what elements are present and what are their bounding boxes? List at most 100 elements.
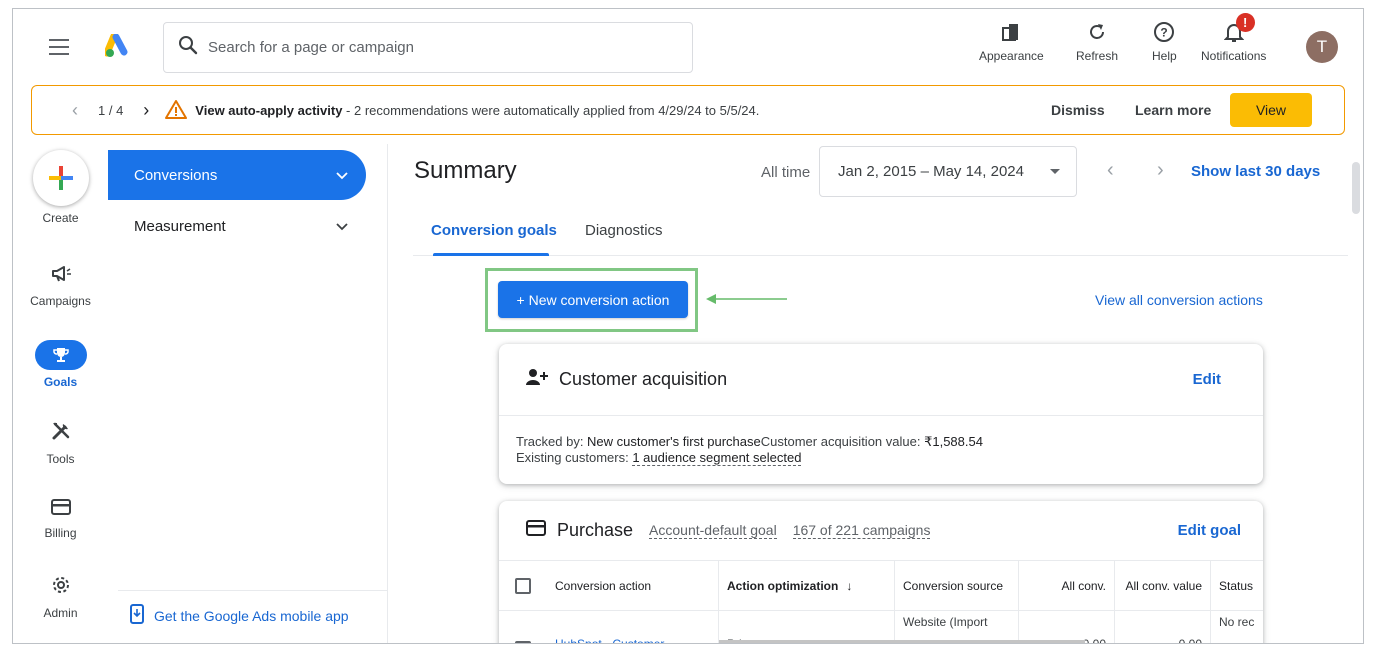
appearance-label: Appearance bbox=[979, 49, 1044, 63]
mobile-app-label: Get the Google Ads mobile app bbox=[154, 607, 349, 624]
refresh-label: Refresh bbox=[1076, 49, 1119, 63]
chevron-right-icon[interactable]: › bbox=[143, 100, 149, 121]
auto-apply-banner: ‹ 1 / 4 › View auto-apply activity - 2 r… bbox=[31, 85, 1345, 135]
page-title: Summary bbox=[414, 157, 517, 184]
customer-acquisition-body: Tracked by: New customer's first purchas… bbox=[499, 416, 1263, 466]
phone-download-icon bbox=[130, 604, 144, 627]
banner-message: View auto-apply activity - 2 recommendat… bbox=[195, 103, 759, 118]
rail-campaigns-label: Campaigns bbox=[30, 294, 91, 308]
row-all-conv-value: 0.00 bbox=[1115, 611, 1211, 643]
nav-divider bbox=[118, 590, 388, 591]
vertical-scrollbar[interactable] bbox=[1349, 144, 1363, 643]
learn-more-button[interactable]: Learn more bbox=[1135, 102, 1211, 118]
search-input[interactable] bbox=[208, 39, 668, 56]
goal-tabs: Conversion goals Diagnostics bbox=[413, 216, 1348, 256]
dismiss-button[interactable]: Dismiss bbox=[1051, 102, 1105, 118]
side-nav: Conversions Measurement Get the Google A… bbox=[108, 144, 388, 643]
nav-item-conversions[interactable]: Conversions bbox=[108, 150, 366, 200]
chevron-left-icon[interactable]: ‹ bbox=[1107, 159, 1114, 182]
show-last-30-days-link[interactable]: Show last 30 days bbox=[1191, 163, 1320, 180]
row-checkbox[interactable] bbox=[515, 641, 531, 643]
purchase-header: Purchase Account-default goal 167 of 221… bbox=[499, 501, 1263, 561]
rail-billing[interactable]: Billing bbox=[13, 498, 108, 540]
rail-create[interactable]: Create bbox=[13, 150, 108, 225]
date-range-label: All time bbox=[761, 164, 811, 181]
select-all-checkbox[interactable] bbox=[515, 578, 531, 594]
column-all-conv[interactable]: All conv. bbox=[1019, 561, 1115, 611]
new-conversion-action-button[interactable]: + New conversion action bbox=[498, 281, 688, 318]
chevron-down-icon bbox=[336, 218, 348, 235]
help-icon: ? bbox=[1153, 19, 1175, 45]
search-box[interactable] bbox=[163, 22, 693, 73]
warning-icon bbox=[165, 99, 188, 122]
view-button[interactable]: View bbox=[1230, 93, 1312, 127]
edit-acquisition-button[interactable]: Edit bbox=[1193, 371, 1221, 388]
rail-admin[interactable]: Admin bbox=[13, 574, 108, 620]
column-conversion-source[interactable]: Conversion source bbox=[895, 561, 1019, 611]
customer-acquisition-header: Customer acquisition Edit bbox=[499, 344, 1263, 416]
tab-conversion-goals[interactable]: Conversion goals bbox=[431, 222, 557, 239]
rail-tools-label: Tools bbox=[46, 452, 75, 466]
notifications-button[interactable]: ! Notifications bbox=[1201, 13, 1266, 71]
column-action-optimization[interactable]: Action optimization ↓ bbox=[719, 561, 895, 611]
arrow-down-icon: ↓ bbox=[846, 579, 853, 593]
column-conversion-action[interactable]: Conversion action bbox=[547, 561, 719, 611]
campaign-count[interactable]: 167 of 221 campaigns bbox=[792, 522, 931, 539]
date-range-value: Jan 2, 2015 – May 14, 2024 bbox=[838, 163, 1024, 180]
tracked-by-value: New customer's first purchase bbox=[587, 434, 761, 449]
horizontal-scrollbar[interactable] bbox=[719, 640, 1085, 643]
refresh-button[interactable]: Refresh bbox=[1076, 19, 1118, 71]
chevron-right-icon[interactable]: › bbox=[1157, 159, 1164, 182]
row-checkbox-cell bbox=[499, 611, 547, 643]
date-range-picker[interactable]: Jan 2, 2015 – May 14, 2024 bbox=[819, 146, 1077, 197]
refresh-icon bbox=[1087, 19, 1107, 45]
column-status[interactable]: Status bbox=[1211, 561, 1263, 611]
banner-pager: ‹ 1 / 4 › bbox=[62, 100, 159, 121]
avatar[interactable]: T bbox=[1306, 31, 1338, 63]
help-button[interactable]: ? Help bbox=[1152, 19, 1177, 71]
rail-admin-label: Admin bbox=[43, 606, 78, 620]
left-rail: Create Campaigns Goals Tools Billing Adm… bbox=[13, 144, 108, 643]
rail-tools[interactable]: Tools bbox=[13, 420, 108, 466]
person-add-icon bbox=[525, 368, 549, 391]
purchase-goal-card: Purchase Account-default goal 167 of 221… bbox=[499, 501, 1263, 643]
rail-goals[interactable]: Goals bbox=[13, 340, 108, 389]
rail-campaigns[interactable]: Campaigns bbox=[13, 264, 108, 308]
appearance-icon bbox=[1001, 19, 1021, 45]
customer-acquisition-title: Customer acquisition bbox=[559, 369, 728, 389]
table-header: Conversion action Action optimization ↓ C… bbox=[499, 561, 1263, 611]
tracked-by-label: Tracked by: bbox=[516, 434, 588, 449]
acquisition-value-amount: ₹1,588.54 bbox=[924, 434, 983, 449]
tab-diagnostics[interactable]: Diagnostics bbox=[585, 222, 663, 239]
row-conversion-action[interactable]: HubSpot - Customer bbox=[547, 611, 719, 643]
row-status: No rec bbox=[1219, 615, 1255, 629]
notifications-icon: ! bbox=[1223, 13, 1255, 45]
plus-icon bbox=[32, 150, 89, 206]
appearance-button[interactable]: Appearance bbox=[979, 19, 1044, 71]
credit-card-icon bbox=[525, 519, 547, 542]
nav-item-measurement-label: Measurement bbox=[134, 217, 226, 235]
notification-badge: ! bbox=[1235, 13, 1255, 32]
scrollbar-thumb[interactable] bbox=[1352, 162, 1360, 214]
column-action-optimization-label: Action optimization bbox=[727, 579, 839, 593]
column-all-conv-value[interactable]: All conv. value bbox=[1115, 561, 1211, 611]
mobile-app-link[interactable]: Get the Google Ads mobile app bbox=[130, 604, 349, 627]
megaphone-icon bbox=[50, 264, 72, 289]
google-ads-logo[interactable] bbox=[103, 32, 131, 63]
menu-icon[interactable] bbox=[49, 39, 69, 55]
main-content: Summary All time Jan 2, 2015 – May 14, 2… bbox=[389, 144, 1349, 643]
account-default-goal[interactable]: Account-default goal bbox=[649, 522, 777, 539]
existing-customers-label: Existing customers: bbox=[516, 450, 633, 465]
tools-icon bbox=[50, 420, 72, 447]
audience-segment-link[interactable]: 1 audience segment selected bbox=[632, 450, 802, 466]
top-header: Appearance Refresh ? Help ! Notification… bbox=[13, 9, 1363, 87]
view-all-conversion-actions-link[interactable]: View all conversion actions bbox=[1095, 292, 1263, 308]
app-frame: Appearance Refresh ? Help ! Notification… bbox=[12, 8, 1364, 644]
nav-item-measurement[interactable]: Measurement bbox=[108, 201, 366, 251]
customer-acquisition-card: Customer acquisition Edit Tracked by: Ne… bbox=[499, 344, 1263, 484]
banner-title[interactable]: View auto-apply activity bbox=[195, 103, 342, 118]
chevron-left-icon[interactable]: ‹ bbox=[72, 100, 78, 121]
search-icon bbox=[178, 35, 198, 60]
banner-text: - 2 recommendations were automatically a… bbox=[342, 102, 760, 118]
edit-goal-button[interactable]: Edit goal bbox=[1178, 522, 1241, 539]
